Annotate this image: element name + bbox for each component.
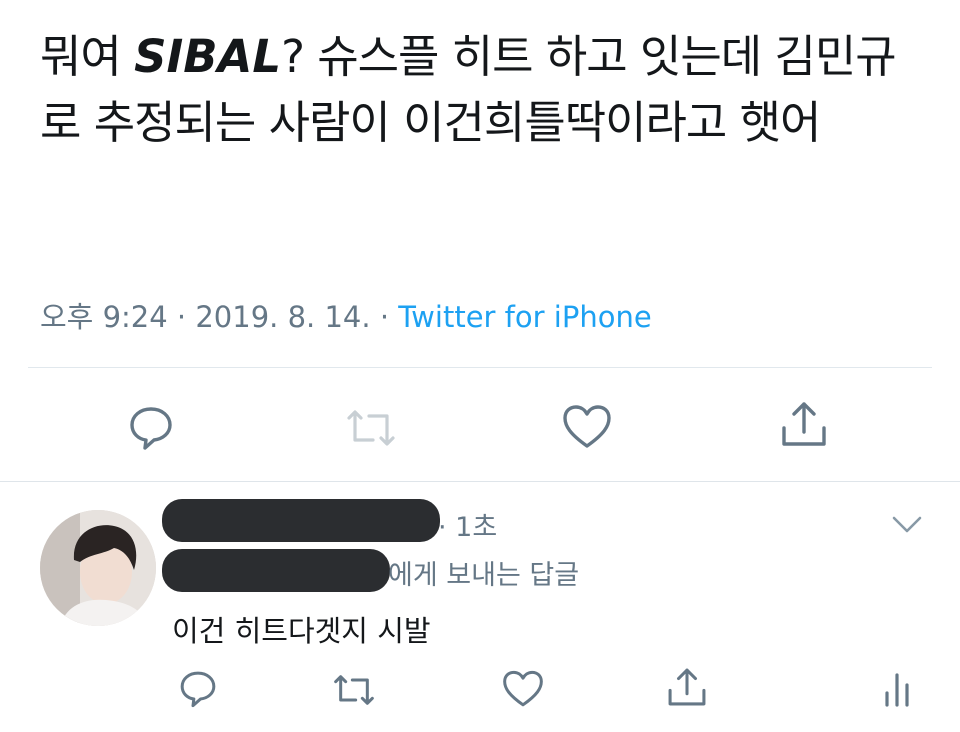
- reply-analytics-button[interactable]: [880, 668, 914, 710]
- tweet-date: 2019. 8. 14.: [195, 300, 371, 334]
- analytics-icon: [885, 673, 909, 707]
- reply-time: · 1초: [438, 512, 498, 543]
- meta-separator: ·: [370, 300, 399, 334]
- share-icon: [782, 402, 826, 446]
- tweet-retweet-button[interactable]: [343, 404, 399, 452]
- reply-icon: [130, 407, 172, 450]
- reply-reply-button[interactable]: [176, 668, 220, 710]
- reply-menu-button[interactable]: [889, 510, 925, 538]
- reply-like-button[interactable]: [500, 668, 546, 710]
- redacted-replying-to: [162, 549, 390, 592]
- avatar[interactable]: [40, 510, 156, 626]
- meta-separator: ·: [167, 300, 196, 334]
- chevron-down-icon: [892, 516, 922, 533]
- like-icon: [563, 405, 611, 448]
- reply-share-button[interactable]: [664, 664, 710, 710]
- avatar-image: [40, 510, 156, 626]
- reply-retweet-button[interactable]: [330, 670, 378, 710]
- like-icon: [503, 670, 543, 707]
- retweet-icon: [334, 675, 374, 705]
- divider: [28, 367, 932, 368]
- tweet-text-emphasis: SIBAL: [134, 30, 282, 83]
- divider: [0, 481, 960, 482]
- tweet-source-link[interactable]: Twitter for iPhone: [398, 300, 651, 334]
- tweet-share-button[interactable]: [776, 398, 832, 450]
- reply-text: 이건 히트다겟지 시발: [172, 614, 431, 648]
- share-icon: [668, 668, 706, 706]
- retweet-icon: [347, 410, 395, 446]
- tweet-reply-button[interactable]: [125, 402, 177, 454]
- tweet-like-button[interactable]: [560, 402, 614, 452]
- reply-icon: [180, 671, 216, 708]
- tweet-text: 뭐여 SIBAL? 슈스플 히트 하고 잇는데 김민규로 추정되는 사람이 이건…: [40, 24, 930, 156]
- tweet-time: 오후 9:24: [40, 300, 168, 334]
- tweet-text-part1: 뭐여: [40, 30, 135, 83]
- replying-to-label: 에게 보내는 답글: [388, 560, 580, 591]
- redacted-display-name: [162, 499, 440, 542]
- tweet-meta: 오후 9:24 · 2019. 8. 14. · Twitter for iPh…: [40, 294, 652, 336]
